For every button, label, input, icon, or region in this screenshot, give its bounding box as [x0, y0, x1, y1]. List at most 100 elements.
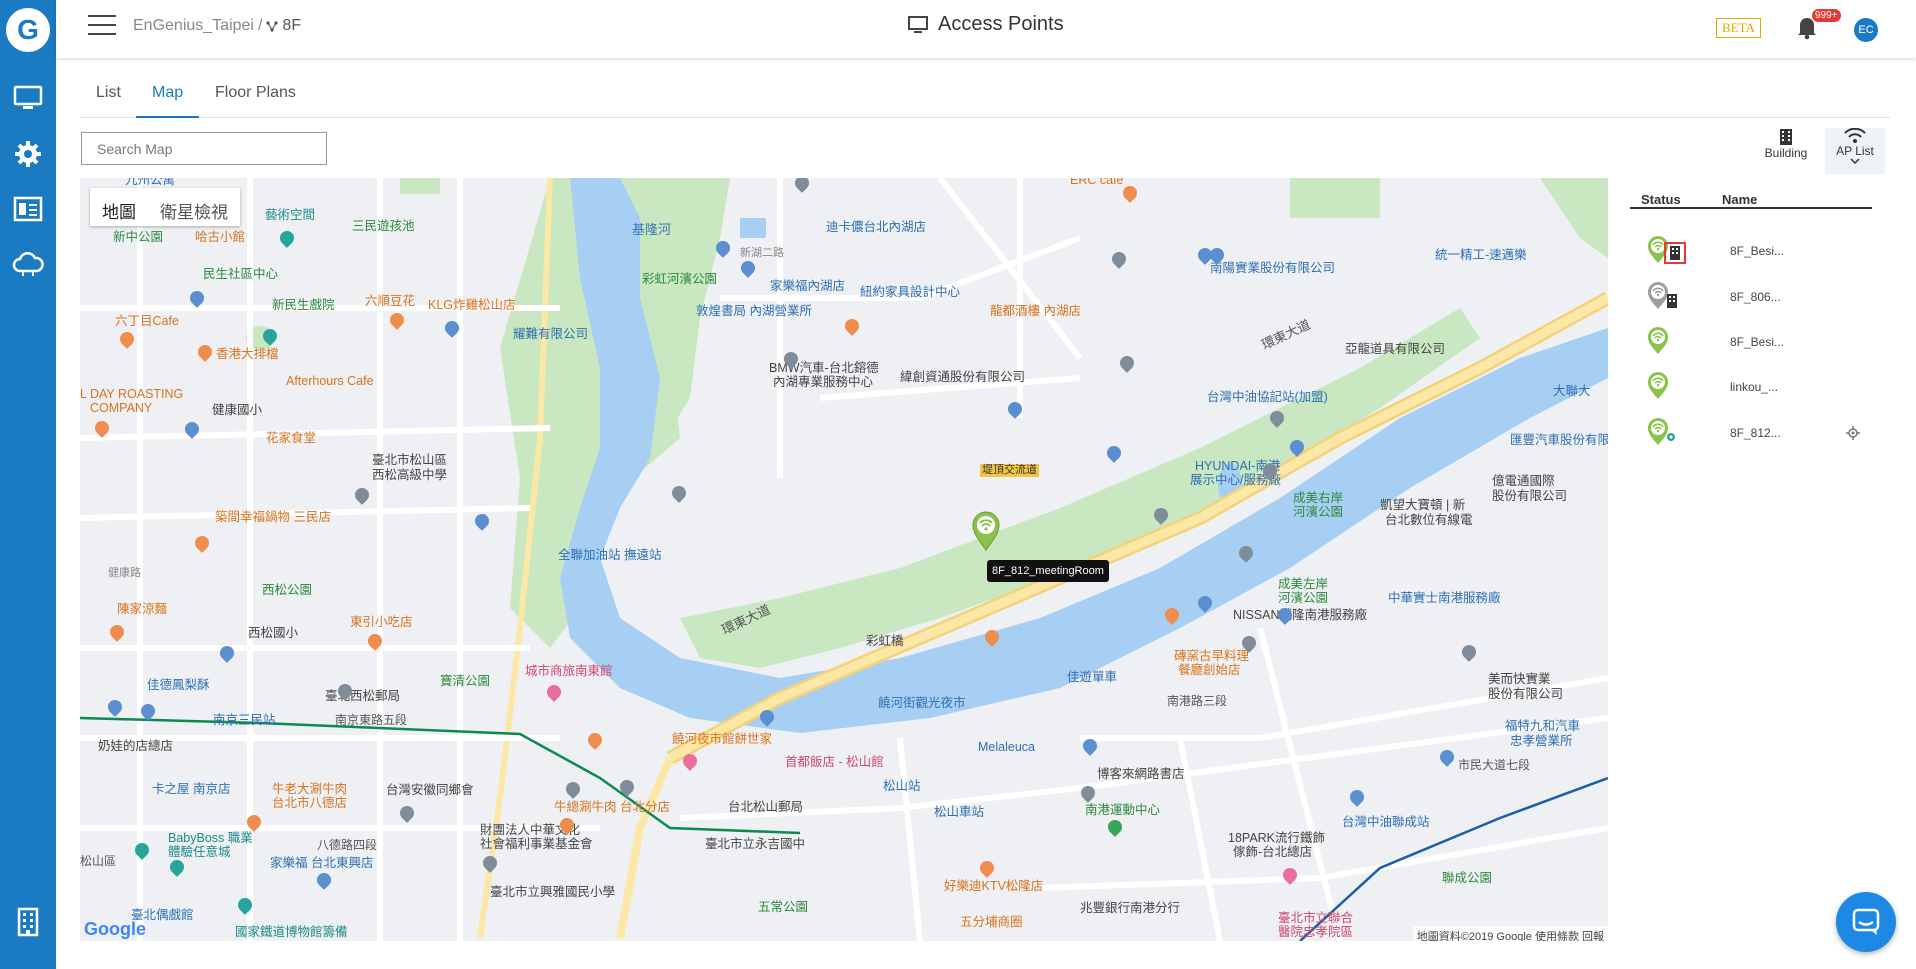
- map-poi[interactable]: 耀難有限公司: [513, 328, 588, 341]
- map-poi[interactable]: 河濱公園: [1293, 506, 1343, 519]
- map-poi[interactable]: 博客來網路書店: [1097, 768, 1185, 781]
- map-poi[interactable]: 股份有限公司: [1488, 688, 1563, 701]
- map-poi[interactable]: 凱望大寶頓 | 新: [1380, 499, 1465, 512]
- map-poi[interactable]: 億電通國際: [1492, 475, 1555, 488]
- map-poi[interactable]: 健康國小: [212, 404, 262, 417]
- map-poi[interactable]: 民生社區中心: [203, 268, 278, 281]
- map-poi[interactable]: 南京三民站: [213, 714, 276, 727]
- map-poi[interactable]: 彩虹橋: [866, 635, 904, 648]
- map-poi[interactable]: 陳家涼麵: [117, 603, 167, 616]
- map-poi[interactable]: 寶清公園: [440, 675, 490, 688]
- map-poi[interactable]: 全聯加油站 撫遠站: [558, 549, 661, 562]
- map-poi[interactable]: Melaleuca: [978, 741, 1035, 754]
- map-poi[interactable]: 股份有限公司: [1492, 490, 1567, 503]
- map-type-roadmap[interactable]: 地圖: [90, 188, 148, 226]
- map-poi[interactable]: 西松高級中學: [372, 469, 447, 482]
- breadcrumb-site[interactable]: EnGenius_Taipei: [133, 17, 254, 35]
- map-poi[interactable]: 新中公園: [113, 231, 163, 244]
- map-poi[interactable]: 饒河夜市館餅世家: [672, 733, 772, 746]
- map-poi[interactable]: 福特九和汽車: [1505, 720, 1580, 733]
- map-interchange[interactable]: 堤頂交流道: [980, 464, 1039, 477]
- map-poi[interactable]: 六順豆花: [365, 295, 415, 308]
- map-poi[interactable]: 龍都酒樓 內湖店: [990, 305, 1081, 318]
- map-poi[interactable]: 藝術空間: [265, 209, 315, 222]
- map-poi[interactable]: 松山站: [883, 780, 921, 793]
- map-poi[interactable]: 臺北市立興雅國民小學: [490, 886, 615, 899]
- map-poi[interactable]: 築間幸福鍋物 三民店: [215, 511, 331, 524]
- map-poi[interactable]: 台灣中油協記站(加盟): [1207, 391, 1328, 404]
- map-poi[interactable]: 好樂迪KTV松隆店: [944, 880, 1043, 893]
- map-poi[interactable]: 三民遊孩池: [352, 220, 415, 233]
- map-poi[interactable]: 五分埔商圈: [960, 916, 1023, 929]
- map-poi[interactable]: 六丁目Cafe: [115, 315, 179, 328]
- map-poi[interactable]: KLG炸雞松山店: [428, 299, 516, 312]
- map-poi[interactable]: 醫院忠孝院區: [1278, 926, 1353, 939]
- map-poi[interactable]: 美而快實業: [1488, 673, 1551, 686]
- map-poi[interactable]: 台北松山郵局: [728, 801, 803, 814]
- map-poi[interactable]: 佳德鳳梨酥: [147, 679, 210, 692]
- map-poi[interactable]: 香港大排檔: [216, 348, 279, 361]
- building-icon[interactable]: [10, 904, 46, 940]
- report-icon[interactable]: [10, 191, 46, 227]
- menu-icon[interactable]: [88, 15, 116, 37]
- map-poi[interactable]: 五常公園: [758, 901, 808, 914]
- ap-map-marker[interactable]: [970, 511, 1002, 551]
- user-avatar[interactable]: EC: [1854, 18, 1878, 42]
- map-poi[interactable]: BabyBoss 職業: [168, 832, 253, 845]
- building-button[interactable]: Building: [1756, 128, 1816, 174]
- map-poi[interactable]: 磚窯古早料理: [1174, 650, 1249, 663]
- map-poi[interactable]: 彩虹河濱公園: [642, 273, 717, 286]
- map-attribution[interactable]: 地圖資料©2019 Google 使用條款 回報: [1412, 926, 1608, 941]
- map-poi[interactable]: L DAY ROASTING: [80, 388, 183, 401]
- map-poi[interactable]: 臺北市松山區: [372, 454, 447, 467]
- search-map-input[interactable]: [81, 132, 327, 165]
- map-poi[interactable]: 南港運動中心: [1085, 804, 1160, 817]
- map-poi[interactable]: 忠孝營業所: [1510, 735, 1573, 748]
- map-poi[interactable]: 家樂福內湖店: [770, 280, 845, 293]
- map-poi[interactable]: 18PARK流行鐵飾: [1228, 832, 1325, 845]
- map-poi[interactable]: 奶娃的店總店: [98, 740, 173, 753]
- map-poi[interactable]: 傢飾-台北總店: [1233, 846, 1312, 859]
- tab-floor-plans[interactable]: Floor Plans: [215, 84, 296, 102]
- map-poi[interactable]: 臺北西松郵局: [325, 690, 400, 703]
- map-poi[interactable]: 台北市八德店: [272, 797, 347, 810]
- map-poi[interactable]: 國家鐵道博物館籌備: [235, 926, 348, 939]
- map-poi[interactable]: 餐廳創始店: [1178, 664, 1241, 677]
- map-poi[interactable]: 卡之屋 南京店: [152, 783, 230, 796]
- map-poi[interactable]: 佳遊單車: [1067, 671, 1117, 684]
- map-poi[interactable]: 迪卡儂台北內湖店: [826, 221, 926, 234]
- map-poi[interactable]: Afterhours Cafe: [286, 375, 374, 388]
- tab-list[interactable]: List: [96, 84, 121, 102]
- map-poi[interactable]: 匯豐汽車股份有限公司: [1510, 434, 1608, 447]
- map-poi[interactable]: 首都飯店 - 松山館: [785, 756, 884, 769]
- map-poi[interactable]: 聯成公園: [1442, 872, 1492, 885]
- map-poi[interactable]: 城市商旅南東館: [525, 665, 613, 678]
- map-poi[interactable]: 體驗任意城: [168, 846, 231, 859]
- map-poi[interactable]: 中華實士南港服務廠: [1388, 592, 1501, 605]
- map-poi[interactable]: 成美右岸: [1293, 492, 1343, 505]
- map-poi[interactable]: 饒河街觀光夜市: [878, 697, 966, 710]
- map-poi[interactable]: 西松公園: [262, 584, 312, 597]
- map-poi[interactable]: 新民生戲院: [272, 299, 335, 312]
- map-poi[interactable]: 牛總涮牛肉 台北分店: [554, 801, 670, 814]
- cloud-icon[interactable]: [10, 246, 46, 282]
- map-poi[interactable]: 統一精工-速邁樂: [1435, 249, 1527, 262]
- status-column-header[interactable]: Status: [1641, 192, 1681, 207]
- map-poi[interactable]: 兆豐銀行南港分行: [1080, 902, 1180, 915]
- map-poi[interactable]: 社會福利事業基金會: [480, 838, 593, 851]
- gear-icon[interactable]: [10, 136, 46, 172]
- map-poi[interactable]: 九州公寓: [125, 178, 175, 187]
- map-poi[interactable]: 亞龍道具有限公司: [1345, 343, 1445, 356]
- map-poi[interactable]: 台灣中油聯成站: [1342, 816, 1430, 829]
- map-poi[interactable]: 台灣安徽同鄉會: [386, 784, 474, 797]
- map-poi[interactable]: 敦煌書局 內湖營業所: [696, 305, 812, 318]
- ap-row[interactable]: linkou_...: [1630, 368, 1872, 408]
- tab-map[interactable]: Map: [152, 84, 183, 102]
- map-poi[interactable]: 松山車站: [934, 806, 984, 819]
- map-poi[interactable]: 臺北市立聯合: [1278, 912, 1353, 925]
- map-poi[interactable]: 花家食堂: [266, 432, 316, 445]
- map-poi[interactable]: 紐約家具設計中心: [860, 286, 960, 299]
- map-poi[interactable]: 牛老大涮牛肉: [272, 783, 347, 796]
- map-poi[interactable]: 內湖專業服務中心: [773, 376, 873, 389]
- chat-support-button[interactable]: [1836, 892, 1896, 952]
